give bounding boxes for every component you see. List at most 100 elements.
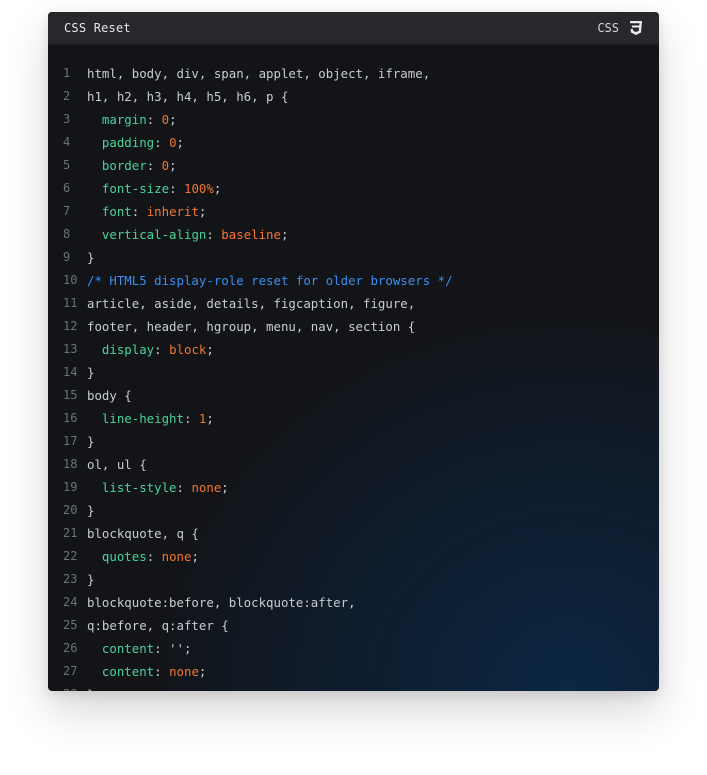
code-block[interactable]: 1 html, body, div, span, applet, object, … xyxy=(48,62,659,691)
line-number: 28 xyxy=(63,683,83,691)
code-punctuation xyxy=(87,112,102,127)
line-number: 2 xyxy=(63,89,71,103)
code-text: } xyxy=(87,568,94,591)
code-property: padding xyxy=(101,135,155,150)
code-window: CSS Reset CSS 1 html, body, div, span, ap… xyxy=(48,12,659,691)
code-punctuation: : xyxy=(176,480,192,495)
code-text: font: inherit; xyxy=(87,200,206,223)
code-line: 23} xyxy=(48,568,659,591)
code-text: } xyxy=(87,430,94,453)
line-number: 19 xyxy=(63,480,78,494)
line-number: 6 xyxy=(63,181,71,195)
code-selector: html, body, div, span, applet, object, i… xyxy=(87,66,431,81)
code-punctuation: } xyxy=(87,687,94,691)
code-text: article, aside, details, figcaption, fig… xyxy=(87,292,415,315)
code-value: 100% xyxy=(183,181,214,196)
code-punctuation xyxy=(87,181,102,196)
code-line: 20} xyxy=(48,499,659,522)
line-number: 20 xyxy=(63,503,78,517)
code-value: none xyxy=(161,549,192,564)
code-line: 7 font: inherit; xyxy=(48,200,659,223)
line-number: 17 xyxy=(63,434,78,448)
code-property: list-style xyxy=(101,480,177,495)
code-punctuation: ; xyxy=(176,135,184,150)
line-number: 4 xyxy=(63,135,71,149)
code-punctuation: ; xyxy=(280,227,289,242)
code-punctuation: } xyxy=(87,572,95,587)
code-selector: ol, ul { xyxy=(87,457,147,472)
code-line: 18 ol, ul { xyxy=(48,453,659,476)
line-number: 24 xyxy=(63,595,78,609)
code-text: body { xyxy=(87,384,132,407)
code-line: 1 html, body, div, span, applet, object, … xyxy=(48,62,659,85)
code-line: 3 margin: 0; xyxy=(48,108,659,131)
code-punctuation: : xyxy=(146,158,162,173)
code-property: line-height xyxy=(101,411,184,426)
language-label: CSS xyxy=(597,21,619,35)
code-value: 0 xyxy=(161,158,170,173)
code-selector: q:before, q:after { xyxy=(87,618,229,633)
code-text: padding: 0; xyxy=(87,131,184,154)
code-line: 8 vertical-align: baseline; xyxy=(48,223,659,246)
code-text: } xyxy=(87,683,94,691)
code-punctuation: ; xyxy=(198,664,207,679)
code-punctuation: : xyxy=(146,549,162,564)
code-line: 28} xyxy=(48,683,659,691)
code-punctuation: ; xyxy=(191,549,199,564)
line-number: 3 xyxy=(63,112,71,126)
code-selector: blockquote, q { xyxy=(87,526,199,541)
code-value: block xyxy=(169,342,207,357)
code-punctuation xyxy=(87,135,102,150)
code-line: 13 display: block; xyxy=(48,338,659,361)
code-punctuation: : xyxy=(154,135,170,150)
code-line: 6 font-size: 100%; xyxy=(48,177,659,200)
code-text: vertical-align: baseline; xyxy=(87,223,289,246)
code-text: quotes: none; xyxy=(87,545,199,568)
code-line: 19 list-style: none; xyxy=(48,476,659,499)
code-line: 25 q:before, q:after { xyxy=(48,614,659,637)
code-line: 27 content: none; xyxy=(48,660,659,683)
code-text: blockquote, q { xyxy=(87,522,199,545)
code-text: /* HTML5 display-role reset for older br… xyxy=(87,269,453,292)
code-punctuation: ; xyxy=(221,480,229,495)
code-punctuation xyxy=(87,342,102,357)
code-line: 16 line-height: 1; xyxy=(48,407,659,430)
code-text: margin: 0; xyxy=(87,108,177,131)
code-line: 10 /* HTML5 display-role reset for older … xyxy=(48,269,659,292)
line-number: 26 xyxy=(63,641,78,655)
code-window-titlebar: CSS Reset CSS xyxy=(48,12,659,45)
code-punctuation xyxy=(87,227,102,242)
code-selector: article, aside, details, figcaption, fig… xyxy=(87,296,416,311)
line-number: 27 xyxy=(63,664,78,678)
code-text: q:before, q:after { xyxy=(87,614,229,637)
line-number: 18 xyxy=(63,457,78,471)
code-value: none xyxy=(191,480,222,495)
code-property: font-size xyxy=(101,181,170,196)
code-property: margin xyxy=(101,112,147,127)
code-punctuation: : xyxy=(206,227,222,242)
code-text: blockquote:before, blockquote:after, xyxy=(87,591,356,614)
code-punctuation: : xyxy=(183,411,199,426)
line-number: 11 xyxy=(63,296,78,310)
code-line: 12 footer, header, hgroup, menu, nav, sec… xyxy=(48,315,659,338)
line-number: 22 xyxy=(63,549,78,563)
line-number: 12 xyxy=(63,319,78,333)
code-line: 4 padding: 0; xyxy=(48,131,659,154)
code-value: 0 xyxy=(161,112,170,127)
code-property: content xyxy=(101,641,155,656)
line-number: 5 xyxy=(63,158,71,172)
line-number: 23 xyxy=(63,572,78,586)
code-line: 2 h1, h2, h3, h4, h5, h6, p { xyxy=(48,85,659,108)
line-number: 25 xyxy=(63,618,78,632)
code-text: font-size: 100%; xyxy=(87,177,221,200)
code-punctuation: } xyxy=(87,365,95,380)
css3-icon xyxy=(630,21,642,35)
line-number: 7 xyxy=(63,204,71,218)
code-line: 11 article, aside, details, figcaption, f… xyxy=(48,292,659,315)
code-punctuation: ; xyxy=(169,112,177,127)
code-property: display xyxy=(101,342,155,357)
code-value: inherit xyxy=(146,204,199,219)
line-number: 14 xyxy=(63,365,78,379)
code-selector: body { xyxy=(87,388,132,403)
code-property: content xyxy=(101,664,155,679)
